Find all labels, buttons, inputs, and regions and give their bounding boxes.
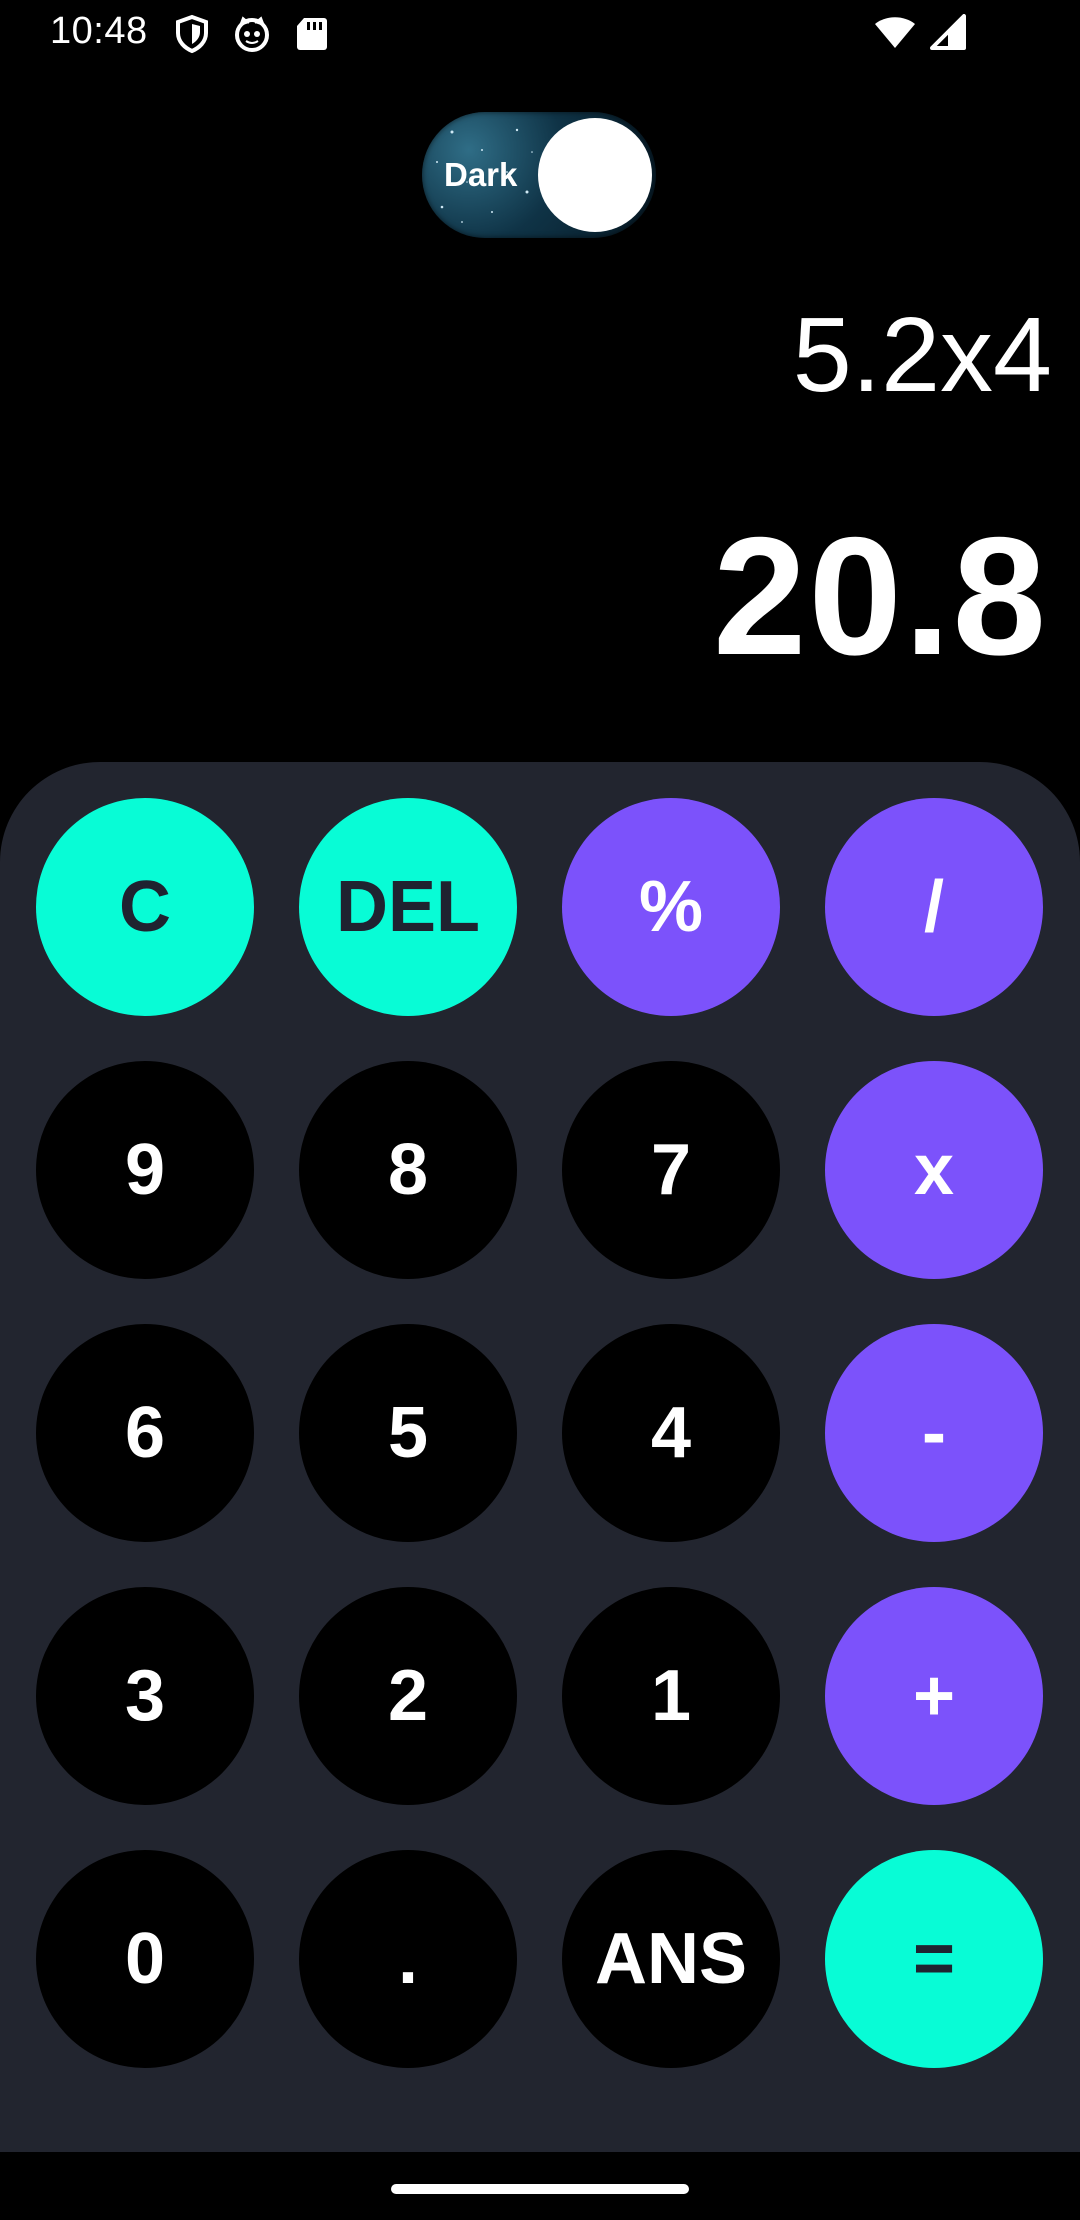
- sd-card-icon: [292, 14, 332, 54]
- answer-button[interactable]: ANS: [562, 1850, 780, 2068]
- digit-7-button[interactable]: 7: [562, 1061, 780, 1279]
- digit-3-button[interactable]: 3: [36, 1587, 254, 1805]
- clear-button[interactable]: C: [36, 798, 254, 1016]
- notification-icons: [172, 14, 332, 54]
- equals-button[interactable]: =: [825, 1850, 1043, 2068]
- signal-icon: [930, 14, 966, 50]
- result-display: 20.8: [713, 502, 1048, 690]
- navigation-bar: [0, 2152, 1080, 2220]
- digit-2-button[interactable]: 2: [299, 1587, 517, 1805]
- digit-6-button[interactable]: 6: [36, 1324, 254, 1542]
- divide-button[interactable]: /: [825, 798, 1043, 1016]
- delete-button[interactable]: DEL: [299, 798, 517, 1016]
- system-icons: [874, 14, 966, 50]
- status-time: 10:48: [50, 10, 148, 52]
- expression-display: 5.2x4: [792, 296, 1052, 414]
- theme-toggle[interactable]: Dark: [422, 112, 656, 238]
- digit-0-button[interactable]: 0: [36, 1850, 254, 2068]
- add-button[interactable]: +: [825, 1587, 1043, 1805]
- percent-button[interactable]: %: [562, 798, 780, 1016]
- toggle-knob[interactable]: [538, 118, 652, 232]
- status-bar: 10:48: [0, 0, 1080, 66]
- decimal-point-button[interactable]: .: [299, 1850, 517, 2068]
- keypad: C DEL % / 9 8 7 x 6 5 4 - 3 2 1 + 0 . AN…: [0, 762, 1080, 2152]
- multiply-button[interactable]: x: [825, 1061, 1043, 1279]
- digit-1-button[interactable]: 1: [562, 1587, 780, 1805]
- home-indicator[interactable]: [391, 2184, 689, 2194]
- digit-4-button[interactable]: 4: [562, 1324, 780, 1542]
- wifi-icon: [874, 14, 916, 50]
- subtract-button[interactable]: -: [825, 1324, 1043, 1542]
- cat-face-icon: [232, 14, 272, 54]
- toggle-label: Dark: [444, 156, 518, 193]
- digit-5-button[interactable]: 5: [299, 1324, 517, 1542]
- digit-8-button[interactable]: 8: [299, 1061, 517, 1279]
- shield-icon: [172, 14, 212, 54]
- digit-9-button[interactable]: 9: [36, 1061, 254, 1279]
